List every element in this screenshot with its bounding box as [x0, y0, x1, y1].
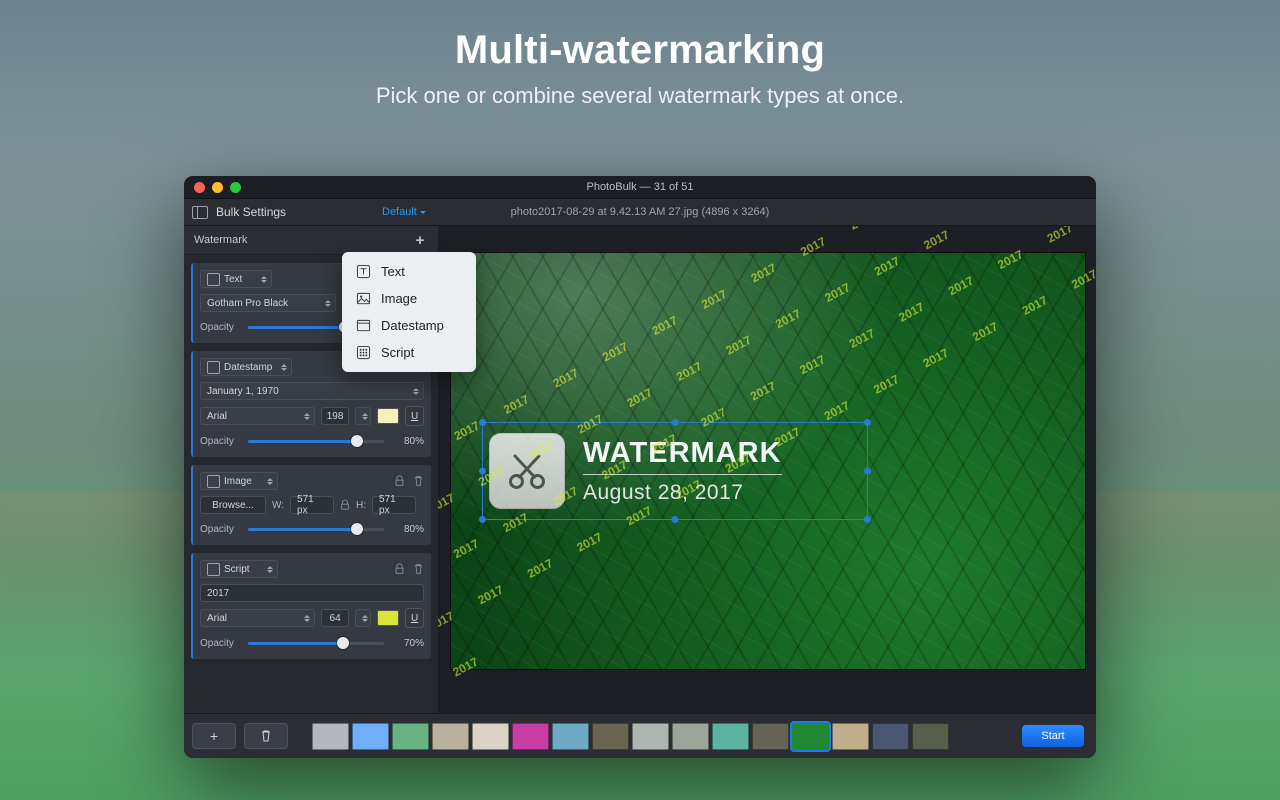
- watermark-overlay[interactable]: WATERMARK August 28, 2017: [482, 422, 868, 520]
- thumbnail[interactable]: [472, 723, 509, 750]
- minimize-icon[interactable]: [212, 182, 223, 193]
- preview-area: WATERMARK August 28, 2017: [438, 226, 1096, 716]
- thumbnail[interactable]: [872, 723, 909, 750]
- zoom-icon[interactable]: [230, 182, 241, 193]
- opacity-label: Opacity: [200, 524, 242, 535]
- font-size-input[interactable]: 198: [321, 407, 349, 425]
- lock-icon[interactable]: [394, 475, 405, 487]
- underline-button[interactable]: U: [405, 406, 424, 426]
- window-title: PhotoBulk — 31 of 51: [184, 181, 1096, 193]
- watermark-type-select[interactable]: Text: [200, 270, 272, 288]
- size-stepper[interactable]: [355, 407, 370, 425]
- opacity-value: 70%: [390, 638, 424, 649]
- font-select[interactable]: Arial: [200, 407, 315, 425]
- height-label: H:: [356, 500, 366, 511]
- thumbnail[interactable]: [792, 723, 829, 750]
- add-watermark-popover: Text Image Datestamp Script: [342, 252, 476, 372]
- color-swatch[interactable]: [377, 610, 400, 626]
- preset-dropdown[interactable]: Default: [382, 206, 426, 218]
- date-format-select[interactable]: January 1, 1970: [200, 382, 424, 400]
- size-stepper[interactable]: [355, 609, 370, 627]
- thumbnail[interactable]: [432, 723, 469, 750]
- text-icon: [207, 273, 220, 286]
- thumbnail[interactable]: [592, 723, 629, 750]
- thumbnail[interactable]: [312, 723, 349, 750]
- script-icon: [356, 345, 371, 360]
- opacity-slider[interactable]: [248, 634, 384, 652]
- titlebar: PhotoBulk — 31 of 51: [184, 176, 1096, 199]
- datestamp-icon: [207, 361, 220, 374]
- lock-aspect-icon[interactable]: [340, 499, 350, 511]
- scissors-icon: [489, 433, 565, 509]
- watermark-type-select[interactable]: Datestamp: [200, 358, 292, 376]
- popover-item-datestamp[interactable]: Datestamp: [342, 312, 476, 339]
- font-select[interactable]: Arial: [200, 609, 315, 627]
- color-swatch[interactable]: [377, 408, 400, 424]
- footer: + Start: [184, 713, 1096, 758]
- popover-item-script[interactable]: Script: [342, 339, 476, 366]
- popover-item-image[interactable]: Image: [342, 285, 476, 312]
- thumbnail-strip: [312, 723, 949, 750]
- close-icon[interactable]: [194, 182, 205, 193]
- thumbnail[interactable]: [632, 723, 669, 750]
- image-icon: [207, 475, 220, 488]
- overlay-date: August 28, 2017: [583, 481, 782, 505]
- watermark-type-select[interactable]: Image: [200, 472, 278, 490]
- watermark-type-select[interactable]: Script: [200, 560, 278, 578]
- sidebar-toggle[interactable]: Bulk Settings: [184, 205, 286, 219]
- section-header-watermark: Watermark +: [184, 226, 438, 255]
- height-input[interactable]: 571 px: [372, 496, 416, 514]
- hero: Multi-watermarking Pick one or combine s…: [0, 0, 1280, 109]
- opacity-value: 80%: [390, 524, 424, 535]
- window-controls: [184, 182, 241, 193]
- section-title: Watermark: [194, 234, 247, 246]
- opacity-value: 80%: [390, 436, 424, 447]
- font-select[interactable]: Gotham Pro Black: [200, 294, 336, 312]
- opacity-label: Opacity: [200, 638, 242, 649]
- popover-item-text[interactable]: Text: [342, 258, 476, 285]
- start-button[interactable]: Start: [1022, 725, 1084, 747]
- font-size-input[interactable]: 64: [321, 609, 349, 627]
- watermark-block-image: Image Browse... W: 571 px H:: [191, 465, 431, 545]
- thumbnail[interactable]: [552, 723, 589, 750]
- width-label: W:: [272, 500, 284, 511]
- opacity-slider[interactable]: [248, 520, 384, 538]
- overlay-title: WATERMARK: [583, 437, 782, 475]
- thumbnail[interactable]: [392, 723, 429, 750]
- opacity-label: Opacity: [200, 322, 242, 333]
- hero-title: Multi-watermarking: [0, 28, 1280, 73]
- add-image-button[interactable]: +: [192, 723, 236, 749]
- thumbnail[interactable]: [832, 723, 869, 750]
- trash-icon[interactable]: [413, 563, 424, 575]
- thumbnail[interactable]: [912, 723, 949, 750]
- script-text-input[interactable]: 2017: [200, 584, 424, 602]
- thumbnail[interactable]: [352, 723, 389, 750]
- opacity-label: Opacity: [200, 436, 242, 447]
- current-file-label: photo2017-08-29 at 9.42.13 AM 27.jpg (48…: [184, 206, 1096, 218]
- lock-icon[interactable]: [394, 563, 405, 575]
- thumbnail[interactable]: [512, 723, 549, 750]
- underline-button[interactable]: U: [405, 608, 424, 628]
- add-watermark-button[interactable]: +: [412, 232, 428, 248]
- panel-title: Bulk Settings: [216, 205, 286, 219]
- sidebar-icon: [192, 206, 208, 219]
- preview-canvas[interactable]: WATERMARK August 28, 2017: [450, 252, 1086, 670]
- script-icon: [207, 563, 220, 576]
- opacity-slider[interactable]: [248, 432, 384, 450]
- width-input[interactable]: 571 px: [290, 496, 334, 514]
- thumbnail[interactable]: [672, 723, 709, 750]
- remove-image-button[interactable]: [244, 723, 288, 749]
- image-icon: [356, 291, 371, 306]
- hero-subtitle: Pick one or combine several watermark ty…: [0, 83, 1280, 109]
- text-icon: [356, 264, 371, 279]
- browse-button[interactable]: Browse...: [200, 496, 266, 514]
- watermark-block-script: Script 2017 Arial: [191, 553, 431, 659]
- toolbar: Bulk Settings Default photo2017-08-29 at…: [184, 199, 1096, 226]
- datestamp-icon: [356, 318, 371, 333]
- thumbnail[interactable]: [712, 723, 749, 750]
- thumbnail[interactable]: [752, 723, 789, 750]
- trash-icon[interactable]: [413, 475, 424, 487]
- app-window: PhotoBulk — 31 of 51 Bulk Settings Defau…: [184, 176, 1096, 758]
